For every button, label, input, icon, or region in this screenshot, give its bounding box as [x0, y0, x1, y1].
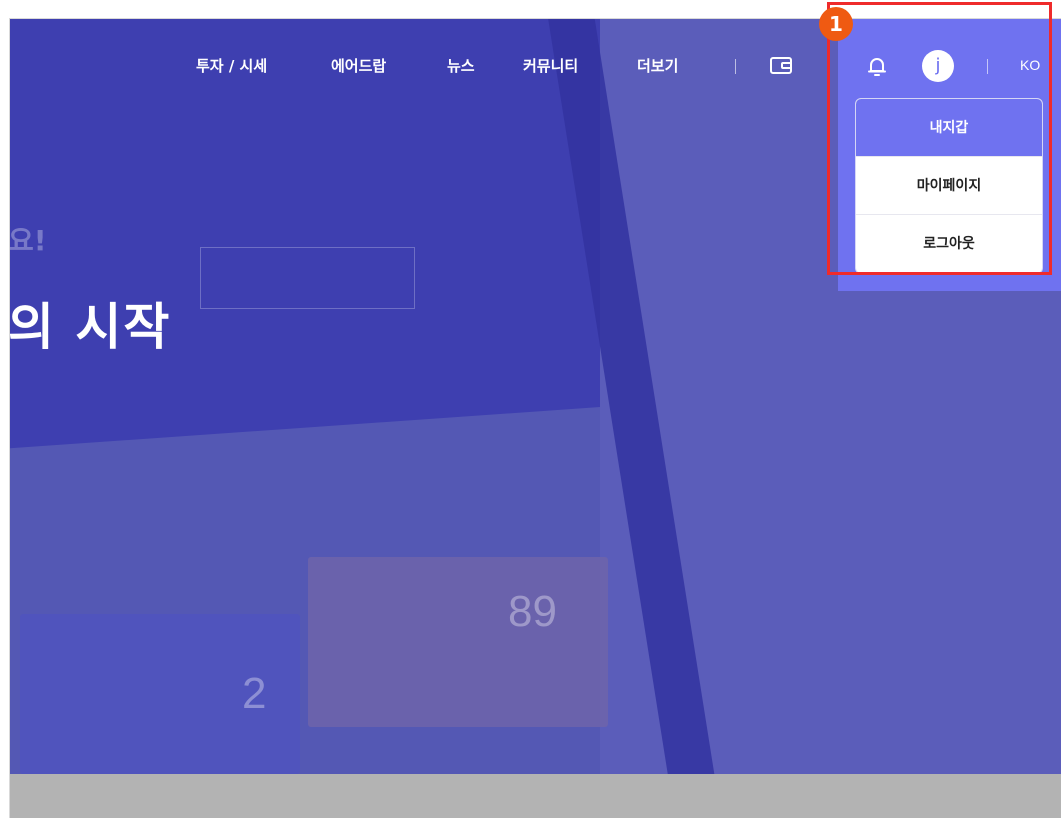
- hero-card-2-value: 89: [508, 587, 557, 636]
- account-dropdown-menu: 내지갑 마이페이지 로그아웃: [855, 98, 1043, 274]
- nav-item-invest[interactable]: 투자 / 시세: [196, 55, 267, 76]
- hero-card-1: 2: [20, 614, 300, 774]
- nav-item-news[interactable]: 뉴스: [447, 55, 475, 76]
- nav-item-more[interactable]: 더보기: [637, 55, 678, 76]
- header-divider: [987, 59, 988, 74]
- hero-banner: 요! 의 시작 2 89 투자 / 시세 에어드랍 뉴스 커뮤니티 더보기 j: [10, 19, 1061, 774]
- menu-item-my-page[interactable]: 마이페이지: [856, 157, 1042, 215]
- hero-background-panel: [10, 19, 600, 449]
- nav-divider: [735, 59, 736, 74]
- nav-item-airdrop[interactable]: 에어드랍: [331, 55, 386, 76]
- bell-icon[interactable]: [866, 55, 888, 77]
- hero-card-2: 89: [308, 557, 608, 727]
- hero-card-1-value: 2: [242, 669, 267, 718]
- hero-ghost-box: [200, 247, 415, 309]
- nav-item-community[interactable]: 커뮤니티: [523, 55, 578, 76]
- annotation-step-badge: 1: [819, 7, 853, 41]
- menu-item-my-wallet[interactable]: 내지갑: [856, 99, 1042, 157]
- hero-tagline: 요!: [10, 224, 47, 257]
- menu-item-logout[interactable]: 로그아웃: [856, 215, 1042, 273]
- avatar[interactable]: j: [922, 50, 954, 82]
- hero-headline: 의 시작: [10, 298, 172, 356]
- page-frame: 요! 의 시작 2 89 투자 / 시세 에어드랍 뉴스 커뮤니티 더보기 j: [9, 18, 1061, 818]
- language-switcher[interactable]: KO: [1020, 57, 1040, 73]
- bottom-strip: [10, 774, 1061, 818]
- wallet-icon[interactable]: [770, 57, 792, 74]
